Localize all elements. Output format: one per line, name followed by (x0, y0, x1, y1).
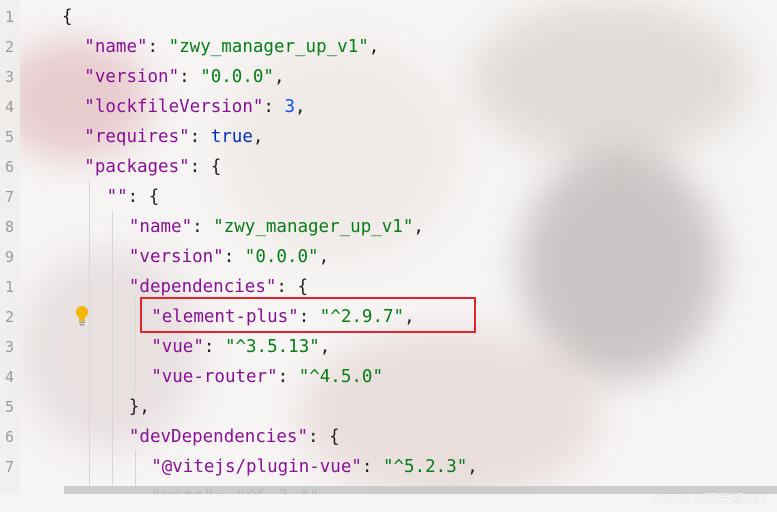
code-token: "^4.5.0" (298, 367, 383, 387)
code-token: "^5.2.3" (382, 457, 468, 477)
code-line[interactable]: "vue-router": "^4.5.0" (151, 362, 383, 392)
code-token: { (62, 7, 73, 27)
code-token: "vue" (151, 337, 204, 357)
code-token: , (273, 67, 285, 87)
code-token: "lockfileVersion" (84, 97, 264, 117)
lightbulb-icon[interactable] (74, 305, 90, 327)
code-token: : (361, 457, 383, 477)
code-token: "name" (84, 37, 148, 57)
line-number: 7 (4, 458, 14, 476)
code-token: : (179, 67, 201, 87)
code-token: : { (308, 427, 340, 447)
code-token: "^3.5.13" (224, 337, 320, 357)
code-token: : (223, 247, 245, 267)
code-line[interactable]: "packages": { (84, 152, 221, 182)
code-token: "packages" (84, 157, 190, 177)
code-token: : (189, 127, 211, 147)
code-line[interactable]: { (62, 2, 73, 32)
code-token: "0.0.0" (244, 247, 319, 267)
code-token: }, (128, 397, 150, 417)
code-token: : (263, 97, 285, 117)
code-token: "name" (128, 217, 193, 237)
code-line[interactable]: }, (129, 392, 150, 422)
code-line[interactable]: "version": "0.0.0", (129, 242, 329, 272)
code-token: "devDependencies" (128, 427, 309, 447)
code-token: , (413, 217, 424, 237)
line-number: 2 (4, 38, 14, 56)
code-token: : (147, 37, 169, 57)
code-token: "version" (84, 67, 180, 87)
line-number: 3 (4, 68, 14, 86)
line-number: 5 (4, 398, 14, 416)
line-number: 8 (4, 218, 14, 236)
code-line[interactable]: "name": "zwy_manager_up_v1", (84, 32, 379, 62)
code-token: : (203, 337, 225, 357)
line-number: 2 (4, 308, 14, 326)
code-token: , (467, 457, 478, 477)
code-token: "dependencies" (128, 277, 277, 297)
code-line[interactable]: "": { (107, 182, 160, 212)
line-number: 7 (4, 188, 14, 206)
line-number: 3 (4, 338, 14, 356)
code-token: "version" (128, 247, 224, 267)
line-number: 4 (4, 98, 14, 116)
code-token: "" (106, 187, 128, 207)
code-line[interactable]: "devDependencies": { (129, 422, 340, 452)
code-token: "zwy_manager_up_v1" (213, 217, 414, 237)
code-token: , (319, 337, 331, 357)
indent-guide (112, 210, 113, 495)
indent-guide (89, 180, 90, 495)
code-token: , (318, 247, 330, 267)
code-token: "vue-router" (151, 367, 278, 387)
code-token: , (368, 37, 380, 57)
code-line[interactable]: "version": "0.0.0", (84, 62, 284, 92)
code-token: "@vitejs/plugin-vue" (151, 457, 362, 477)
code-token: : { (276, 277, 309, 297)
code-line[interactable]: "@vitejs/plugin-vue": "^5.2.3", (151, 452, 478, 482)
code-token: "requires" (84, 127, 190, 147)
code-token: , (252, 127, 264, 147)
code-token: : (277, 367, 299, 387)
line-number: 4 (4, 368, 14, 386)
code-token: "zwy_manager_up_v1" (168, 37, 369, 57)
line-number: 9 (4, 248, 14, 266)
code-line[interactable]: "requires": true, (84, 122, 263, 152)
code-token: , (295, 97, 306, 117)
line-number: 1 (4, 278, 14, 296)
watermark: CSDN @旺芽酱681 (653, 491, 767, 506)
code-token: "0.0.0" (200, 67, 274, 87)
indent-guide (135, 300, 136, 390)
line-number: 6 (4, 158, 14, 176)
line-number: 6 (4, 428, 14, 446)
highlight-annotation-box (140, 297, 476, 333)
line-number: 5 (4, 128, 14, 146)
code-line[interactable]: "vue": "^3.5.13", (151, 332, 330, 362)
code-token: 3 (284, 97, 296, 117)
code-token: true (210, 127, 253, 147)
code-line[interactable]: "name": "zwy_manager_up_v1", (129, 212, 424, 242)
line-number: 1 (4, 8, 14, 26)
code-token: : { (127, 187, 160, 207)
code-token: : (192, 217, 214, 237)
code-line[interactable]: "lockfileVersion": 3, (84, 92, 305, 122)
code-token: : { (189, 157, 222, 177)
